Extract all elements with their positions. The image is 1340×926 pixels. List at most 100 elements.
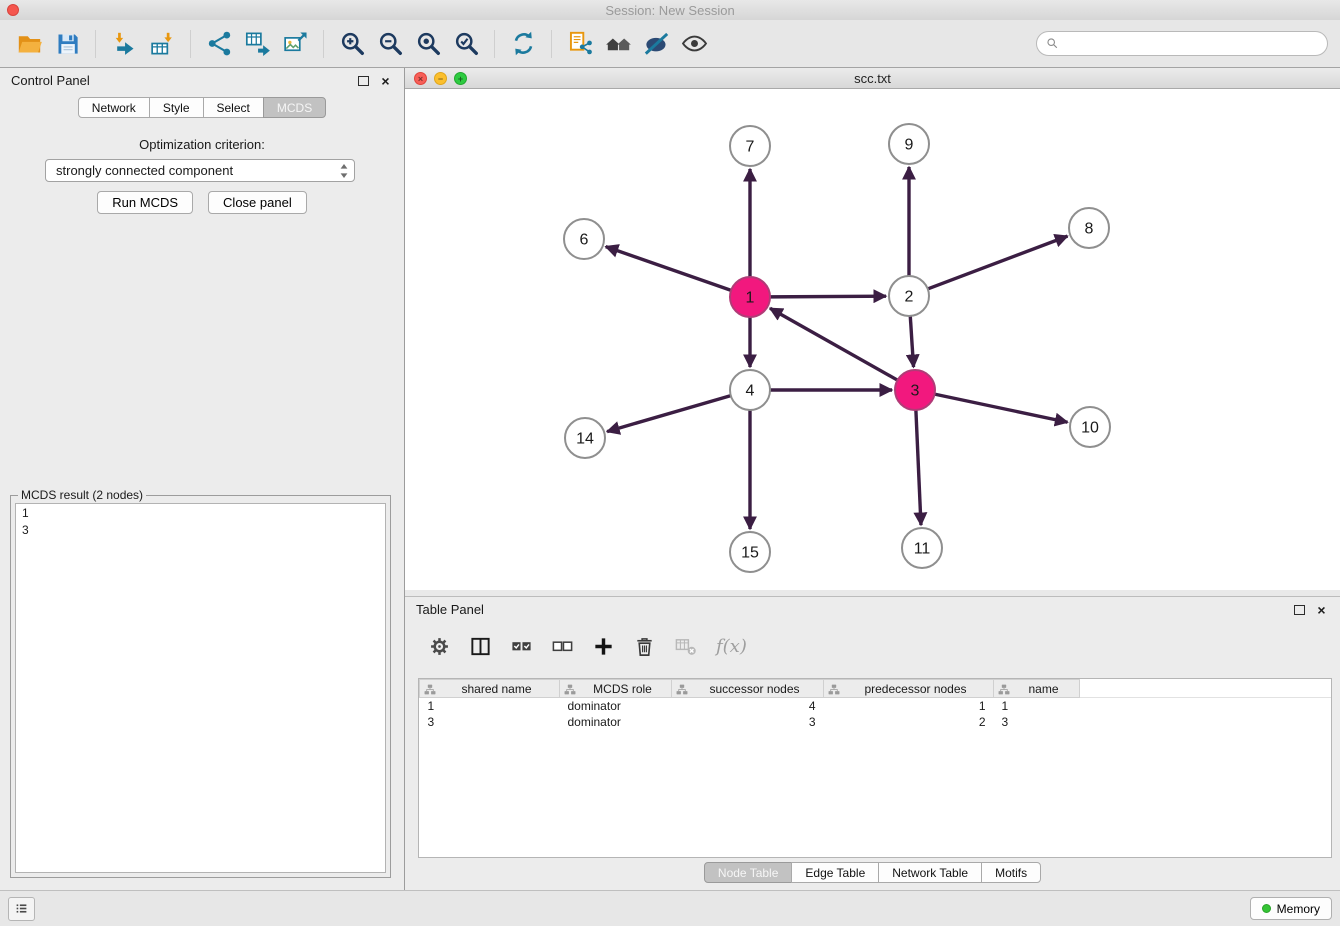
memory-button[interactable]: Memory xyxy=(1250,897,1332,920)
add-row-button[interactable] xyxy=(587,630,619,662)
toolbar-group-separator xyxy=(95,30,96,58)
edge-1-6[interactable] xyxy=(606,247,731,291)
column-header-shared-name[interactable]: shared name xyxy=(420,680,560,698)
node-9[interactable]: 9 xyxy=(889,124,929,164)
column-header-name[interactable]: name xyxy=(994,680,1080,698)
node-14[interactable]: 14 xyxy=(565,418,605,458)
node-4[interactable]: 4 xyxy=(730,370,770,410)
table-row[interactable]: 3dominator323 xyxy=(420,714,1332,730)
run-mcds-button[interactable]: Run MCDS xyxy=(97,191,193,214)
cell-shared-name[interactable]: 1 xyxy=(420,698,560,714)
table-row[interactable]: 1dominator411 xyxy=(420,698,1332,714)
import-table-button[interactable] xyxy=(144,25,180,63)
node-1[interactable]: 1 xyxy=(730,277,770,317)
table-tab-node-table[interactable]: Node Table xyxy=(704,862,793,883)
float-table-panel-icon[interactable] xyxy=(1292,602,1307,617)
cell-shared-name[interactable]: 3 xyxy=(420,714,560,730)
select-all-icon xyxy=(510,635,533,658)
table-panel-header: Table Panel × xyxy=(405,597,1340,622)
node-2[interactable]: 2 xyxy=(889,276,929,316)
search-field[interactable] xyxy=(1036,31,1328,56)
edge-2-8[interactable] xyxy=(928,236,1068,289)
column-header-MCDS-role[interactable]: MCDS role xyxy=(560,680,672,698)
save-session-button[interactable] xyxy=(49,25,85,63)
node-3[interactable]: 3 xyxy=(895,370,935,410)
search-input[interactable] xyxy=(1064,36,1318,52)
control-panel-header: Control Panel × xyxy=(0,68,404,93)
edge-2-3[interactable] xyxy=(910,316,913,367)
float-panel-icon[interactable] xyxy=(356,73,371,88)
edge-3-1[interactable] xyxy=(770,308,898,380)
cell-successor-nodes[interactable]: 4 xyxy=(672,698,824,714)
zoom-out-icon xyxy=(377,30,404,57)
node-15[interactable]: 15 xyxy=(730,532,770,572)
unselect-all-button[interactable] xyxy=(546,630,578,662)
home-button[interactable] xyxy=(600,25,636,63)
panel-list-button[interactable] xyxy=(8,897,35,921)
column-header-predecessor-nodes[interactable]: predecessor nodes xyxy=(824,680,994,698)
home-icon xyxy=(605,30,632,57)
cell-successor-nodes[interactable]: 3 xyxy=(672,714,824,730)
node-6[interactable]: 6 xyxy=(564,219,604,259)
control-tab-select[interactable]: Select xyxy=(203,97,264,118)
edge-3-11[interactable] xyxy=(916,410,921,525)
edge-4-14[interactable] xyxy=(607,396,731,432)
control-tab-style[interactable]: Style xyxy=(149,97,204,118)
table-tab-edge-table[interactable]: Edge Table xyxy=(791,862,879,883)
node-7[interactable]: 7 xyxy=(730,126,770,166)
window-close-button[interactable] xyxy=(7,4,19,16)
close-panel-icon[interactable]: × xyxy=(378,73,393,88)
table-tab-network-table[interactable]: Network Table xyxy=(878,862,982,883)
import-network-button[interactable] xyxy=(106,25,142,63)
zoom-in-icon xyxy=(339,30,366,57)
mcds-result-title: MCDS result (2 nodes) xyxy=(18,488,146,502)
criterion-select[interactable]: strongly connected component xyxy=(45,159,355,182)
open-file-button[interactable] xyxy=(11,25,47,63)
zoom-fit-button[interactable] xyxy=(410,25,446,63)
cell-name[interactable]: 1 xyxy=(994,698,1080,714)
close-table-panel-icon[interactable]: × xyxy=(1314,602,1329,617)
control-panel-title: Control Panel xyxy=(11,73,90,88)
edge-1-2[interactable] xyxy=(770,296,886,297)
status-bar: Memory xyxy=(0,890,1340,926)
cell-MCDS-role[interactable]: dominator xyxy=(560,698,672,714)
network-close-button[interactable]: × xyxy=(414,72,427,85)
cell-predecessor-nodes[interactable]: 1 xyxy=(824,698,994,714)
style-button[interactable] xyxy=(638,25,674,63)
cell-MCDS-role[interactable]: dominator xyxy=(560,714,672,730)
mcds-result-group: MCDS result (2 nodes) 13 xyxy=(10,495,391,878)
zoom-selected-button[interactable] xyxy=(448,25,484,63)
mcds-result-item[interactable]: 1 xyxy=(22,505,379,522)
attribute-type-icon xyxy=(424,684,436,695)
show-details-eye-button[interactable] xyxy=(676,25,712,63)
network-canvas[interactable]: 7 9 6 8 1 2 4 3 14 10 15 11 xyxy=(405,89,1340,590)
network-minimize-button[interactable]: − xyxy=(434,72,447,85)
control-tab-network[interactable]: Network xyxy=(78,97,150,118)
mcds-result-list[interactable]: 13 xyxy=(15,503,386,873)
node-8[interactable]: 8 xyxy=(1069,208,1109,248)
select-all-button[interactable] xyxy=(505,630,537,662)
column-header-successor-nodes[interactable]: successor nodes xyxy=(672,680,824,698)
copy-network-button[interactable] xyxy=(562,25,598,63)
new-network-button[interactable] xyxy=(201,25,237,63)
network-maximize-button[interactable]: + xyxy=(454,72,467,85)
node-table: shared nameMCDS rolesuccessor nodesprede… xyxy=(418,678,1332,858)
cell-name[interactable]: 3 xyxy=(994,714,1080,730)
refresh-button[interactable] xyxy=(505,25,541,63)
node-11[interactable]: 11 xyxy=(902,528,942,568)
delete-row-button[interactable] xyxy=(628,630,660,662)
zoom-out-button[interactable] xyxy=(372,25,408,63)
control-tab-mcds[interactable]: MCDS xyxy=(263,97,326,118)
mcds-result-item[interactable]: 3 xyxy=(22,522,379,539)
zoom-in-button[interactable] xyxy=(334,25,370,63)
close-panel-button[interactable]: Close panel xyxy=(208,191,307,214)
network-from-table-button[interactable] xyxy=(239,25,275,63)
edge-3-10[interactable] xyxy=(935,394,1068,422)
table-tab-motifs[interactable]: Motifs xyxy=(981,862,1041,883)
cell-predecessor-nodes[interactable]: 2 xyxy=(824,714,994,730)
node-10[interactable]: 10 xyxy=(1070,407,1110,447)
gear-button[interactable] xyxy=(423,630,455,662)
delete-table-icon xyxy=(674,635,697,658)
export-image-button[interactable] xyxy=(277,25,313,63)
columns-button[interactable] xyxy=(464,630,496,662)
